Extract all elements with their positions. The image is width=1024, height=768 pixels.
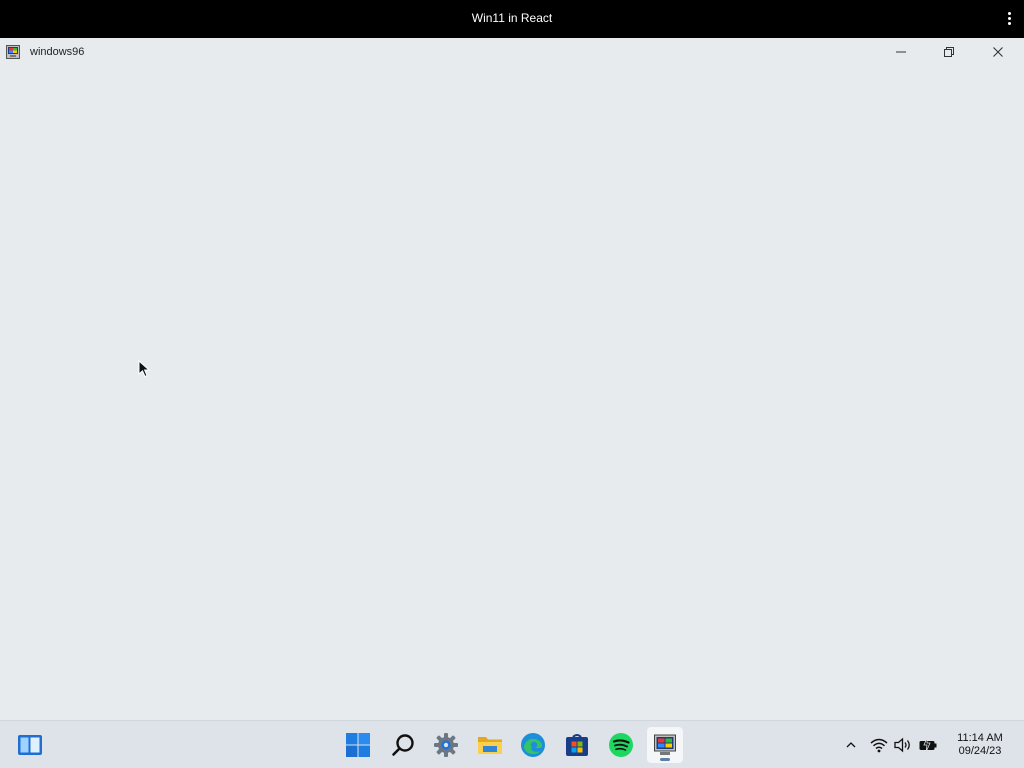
battery-icon (919, 737, 937, 753)
active-indicator (660, 758, 670, 761)
store-icon (566, 734, 588, 756)
clock-time: 11:14 AM (957, 732, 1003, 744)
folder-icon (478, 737, 502, 754)
edge-browser-icon (521, 733, 545, 757)
app-window: windows96 (0, 38, 1024, 720)
settings-button[interactable] (428, 727, 464, 763)
search-icon (392, 734, 414, 756)
minimize-button[interactable] (878, 38, 924, 66)
windows96-icon (654, 734, 676, 755)
minimize-icon (896, 51, 906, 53)
restore-icon (944, 47, 954, 57)
wifi-icon (870, 738, 888, 753)
window-titlebar[interactable]: windows96 (0, 38, 1024, 66)
settings-gear-icon (434, 733, 458, 757)
close-icon (993, 47, 1003, 57)
store-button[interactable] (559, 727, 595, 763)
windows-start-icon (346, 733, 370, 757)
maximize-button[interactable] (926, 38, 972, 66)
file-explorer-button[interactable] (472, 727, 508, 763)
mouse-cursor-icon (138, 360, 151, 378)
browser-title: Win11 in React (471, 11, 553, 25)
volume-icon (894, 737, 910, 753)
clock-date: 09/24/23 (958, 745, 1002, 757)
widgets-icon (18, 735, 42, 755)
kebab-menu-icon[interactable] (1006, 12, 1012, 28)
windows96-icon (6, 45, 20, 59)
start-button[interactable] (340, 727, 376, 763)
search-button[interactable] (385, 727, 421, 763)
battery-button[interactable] (917, 733, 939, 757)
taskbar: 11:14 AM 09/24/23 (0, 720, 1024, 768)
window-title: windows96 (30, 46, 85, 58)
chevron-up-icon (846, 742, 856, 748)
browser-top-bar: Win11 in React (0, 0, 1024, 38)
widgets-button[interactable] (12, 727, 48, 763)
window-content-area[interactable] (0, 66, 1024, 720)
volume-button[interactable] (892, 733, 914, 757)
edge-button[interactable] (515, 727, 551, 763)
spotify-icon (609, 733, 633, 757)
show-hidden-icons-button[interactable] (840, 733, 862, 757)
close-button[interactable] (975, 38, 1021, 66)
windows96-taskbar-button[interactable] (647, 727, 683, 763)
taskbar-clock[interactable]: 11:14 AM 09/24/23 (948, 732, 1012, 758)
wifi-button[interactable] (868, 733, 890, 757)
spotify-button[interactable] (603, 727, 639, 763)
